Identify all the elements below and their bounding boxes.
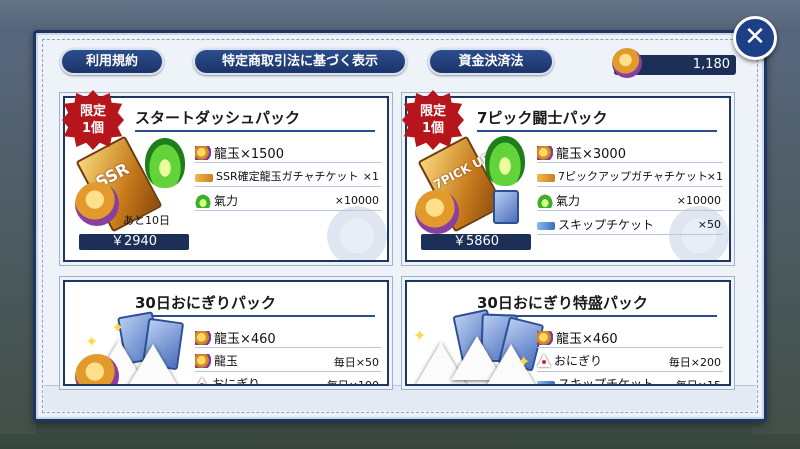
divider bbox=[195, 186, 381, 187]
blue-ticket-icon bbox=[537, 381, 555, 384]
pack-title: 30日おにぎりパック bbox=[135, 294, 276, 312]
dragon-gem-icon bbox=[537, 330, 553, 345]
skip-ticket-icon bbox=[493, 190, 519, 224]
list-item: 龍玉×460 bbox=[195, 328, 276, 347]
pack-card-30day-onigiri[interactable]: 30日おにぎりパック ✦ ✦ 龍玉×460 龍玉 毎日×50 おにぎり 毎日×1… bbox=[63, 280, 389, 386]
dragon-gem-icon bbox=[195, 353, 211, 368]
divider bbox=[537, 347, 723, 348]
sparkle-icon: ✦ bbox=[111, 318, 125, 337]
pack-title: 7ピック闘士パック bbox=[477, 109, 608, 127]
badge-line2: 1個 bbox=[81, 121, 105, 136]
modal-footer bbox=[44, 385, 756, 411]
dragon-gem-icon bbox=[537, 145, 553, 160]
item-quantity: 毎日×200 bbox=[668, 356, 721, 369]
title-underline bbox=[135, 315, 375, 317]
gold-ticket-icon bbox=[537, 173, 555, 182]
close-button[interactable]: ✕ bbox=[733, 16, 777, 60]
limited-badge-text: 限定 1個 bbox=[402, 103, 464, 137]
list-item: おにぎり bbox=[537, 352, 602, 369]
green-flame-icon bbox=[195, 193, 211, 208]
green-flame-icon bbox=[537, 193, 553, 208]
commerce-law-button[interactable]: 特定商取引法に基づく表示 bbox=[193, 48, 407, 75]
divider bbox=[195, 371, 381, 372]
divider bbox=[195, 347, 381, 348]
dragon-gem-icon bbox=[612, 48, 642, 78]
divider bbox=[537, 371, 723, 372]
dragon-gem-icon bbox=[415, 190, 459, 234]
badge-line1: 限定 bbox=[79, 104, 106, 119]
badge-line1: 限定 bbox=[419, 104, 446, 119]
list-item: 氣力 bbox=[537, 192, 580, 209]
divider bbox=[195, 162, 381, 163]
dragon-gem-icon bbox=[195, 145, 211, 160]
list-item: 氣力 bbox=[195, 192, 238, 209]
list-item: 龍玉×1500 bbox=[195, 143, 284, 162]
item-quantity: 毎日×15 bbox=[675, 379, 721, 386]
list-item: 7ピックアップガチャチケット bbox=[537, 168, 708, 184]
pack-title: 30日おにぎり特盛パック bbox=[477, 294, 648, 312]
currency-value: 1,180 bbox=[692, 57, 730, 72]
sparkle-icon: ✦ bbox=[517, 352, 531, 371]
item-quantity: ×1 bbox=[362, 170, 379, 183]
terms-button[interactable]: 利用規約 bbox=[60, 48, 164, 75]
list-item: スキップチケット bbox=[537, 375, 654, 384]
title-underline bbox=[135, 130, 375, 132]
item-quantity: ×1 bbox=[706, 170, 723, 183]
list-item: SSR確定龍玉ガチャチケット bbox=[195, 168, 359, 184]
payment-law-button[interactable]: 資金決済法 bbox=[428, 48, 554, 75]
title-underline bbox=[477, 130, 717, 132]
item-quantity: ×50 bbox=[697, 218, 721, 231]
price-label: ￥5860 bbox=[421, 234, 531, 250]
item-quantity: 毎日×50 bbox=[333, 356, 379, 369]
divider bbox=[195, 210, 381, 211]
badge-line2: 1個 bbox=[421, 121, 445, 136]
item-quantity: ×10000 bbox=[676, 194, 721, 207]
divider bbox=[537, 234, 723, 235]
onigiri-icon bbox=[127, 344, 179, 384]
pack-card-30day-onigiri-deluxe[interactable]: 30日おにぎり特盛パック ✦ ✦ 龍玉×460 おにぎり 毎日×200 スキップ… bbox=[405, 280, 731, 386]
divider bbox=[537, 162, 723, 163]
price-label: ￥2940 bbox=[79, 234, 189, 250]
green-flame-icon bbox=[145, 138, 185, 188]
blue-ticket-icon bbox=[537, 222, 555, 230]
divider bbox=[537, 210, 723, 211]
item-quantity: 毎日×100 bbox=[326, 379, 379, 386]
list-item: 龍玉 bbox=[195, 352, 238, 369]
list-item: 龍玉×3000 bbox=[537, 143, 626, 162]
sparkle-icon: ✦ bbox=[413, 326, 427, 345]
list-item: 龍玉×460 bbox=[537, 328, 618, 347]
gold-ticket-icon bbox=[195, 173, 213, 182]
remaining-days: あと10日 bbox=[123, 214, 170, 227]
dragon-gem-icon bbox=[195, 330, 211, 345]
pack-title: スタートダッシュパック bbox=[135, 109, 301, 127]
close-icon: ✕ bbox=[744, 22, 766, 52]
crest-watermark-icon bbox=[327, 206, 387, 260]
dragon-gem-icon bbox=[75, 182, 119, 226]
onigiri-icon bbox=[537, 354, 551, 367]
list-item: スキップチケット bbox=[537, 216, 654, 233]
onigiri-icon bbox=[195, 377, 209, 384]
list-item: おにぎり bbox=[195, 375, 260, 384]
divider bbox=[537, 186, 723, 187]
green-flame-icon bbox=[485, 136, 525, 186]
sparkle-icon: ✦ bbox=[85, 332, 99, 351]
item-quantity: ×10000 bbox=[334, 194, 379, 207]
limited-badge-text: 限定 1個 bbox=[62, 103, 124, 137]
